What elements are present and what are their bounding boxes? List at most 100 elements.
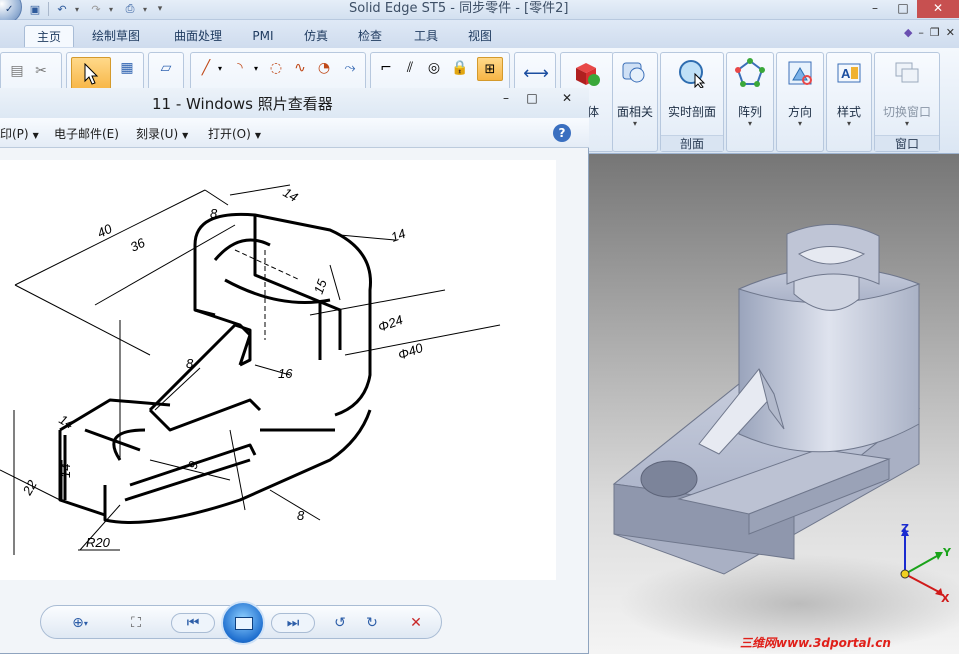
ribbon-restore-icon[interactable]: ❐ [930, 26, 940, 39]
face-dropdown-icon[interactable]: ▾ [613, 119, 657, 128]
ribbon-group-orient: 方向 ▾ [776, 52, 824, 152]
switch-window-icon[interactable] [890, 57, 924, 89]
curve-icon[interactable]: ∿ [291, 59, 309, 77]
group-label-pattern[interactable]: 阵列 [727, 103, 773, 120]
photo-viewer-window: 11 - Windows 照片查看器 – □ ✕ 印(P) ▼ 电子邮件(E) 刻… [0, 88, 589, 654]
viewer-menu-bar: 印(P) ▼ 电子邮件(E) 刻录(U) ▼ 打开(O) ▼ ? [0, 118, 589, 148]
orient-icon[interactable] [783, 57, 817, 89]
redo-icon[interactable]: ↷ [87, 1, 105, 17]
arc-icon[interactable]: ◝ [231, 59, 249, 77]
circle-icon[interactable]: ◌ [267, 59, 285, 77]
group-caption-window: 窗口 [875, 135, 939, 151]
fill-icon[interactable]: ◔ [315, 59, 333, 77]
style-icon[interactable]: A [832, 57, 866, 89]
select-arrow-icon[interactable] [71, 57, 111, 91]
delete-icon[interactable]: ✕ [405, 613, 427, 633]
face-relate-icon[interactable] [618, 57, 652, 89]
arc-dropdown-icon[interactable]: ▾ [251, 59, 261, 77]
help-icon[interactable]: ? [553, 124, 571, 142]
menu-open-label: 打开(O) [208, 127, 251, 141]
paste-icon[interactable]: ▤ [7, 61, 27, 81]
x-axis-label: X [941, 592, 950, 605]
menu-email[interactable]: 电子邮件(E) [54, 125, 119, 142]
line-dropdown-icon[interactable]: ▾ [215, 59, 225, 77]
image-canvas[interactable]: 40 36 8 14 14 15 Φ24 Φ40 8 16 14 14 22 9… [0, 160, 556, 580]
actual-size-icon[interactable]: ⛶ [125, 613, 147, 633]
app-title-bar: ✓ ▣ ↶ ▾ ↷ ▾ ⎙ ▾ ▾ Solid Edge ST5 - 同步零件 … [0, 0, 959, 24]
group-label-live-section[interactable]: 实时剖面 [661, 103, 723, 120]
redo-dropdown-icon[interactable]: ▾ [109, 5, 117, 14]
menu-burn[interactable]: 刻录(U) ▼ [136, 125, 188, 142]
tab-pmi[interactable]: PMI [248, 25, 278, 47]
tab-inspect[interactable]: 检查 [356, 25, 384, 47]
print-icon[interactable]: ⎙ [121, 1, 139, 17]
customize-qat-icon[interactable]: ▾ [155, 1, 165, 17]
ribbon-group-face: 面相关 ▾ [612, 52, 658, 152]
tab-view[interactable]: 视图 [466, 25, 494, 47]
viewer-maximize-button[interactable]: □ [519, 88, 545, 108]
quick-access-toolbar: ▣ ↶ ▾ ↷ ▾ ⎙ ▾ ▾ [26, 0, 165, 18]
group-label-face[interactable]: 面相关 [613, 103, 657, 120]
previous-icon[interactable]: ⏮ [171, 613, 215, 633]
tab-tools[interactable]: 工具 [412, 25, 440, 47]
maximize-button[interactable]: □ [889, 0, 917, 18]
undo-icon[interactable]: ↶ [53, 1, 71, 17]
rotate-ccw-icon[interactable]: ↺ [329, 613, 351, 633]
menu-burn-caret-icon: ▼ [182, 131, 189, 140]
zoom-icon[interactable]: ⊕ ▾ [65, 613, 95, 633]
svg-text:A: A [841, 66, 851, 81]
group-caption-section: 剖面 [661, 135, 723, 151]
concentric-icon[interactable]: ◎ [425, 59, 443, 77]
pattern-dropdown-icon[interactable]: ▾ [727, 119, 773, 128]
save-icon[interactable]: ▣ [26, 1, 44, 17]
relate-assistant-icon[interactable]: ⊞ [477, 57, 503, 81]
ribbon-controls: ◆ – ❐ ✕ [904, 26, 955, 39]
help-diamond-icon[interactable]: ◆ [904, 26, 912, 39]
line-icon[interactable]: ╱ [197, 59, 215, 77]
cut-icon[interactable]: ✂ [31, 61, 51, 81]
print-dropdown-icon[interactable]: ▾ [143, 5, 151, 14]
style-dropdown-icon[interactable]: ▾ [827, 119, 871, 128]
orb-icon: ✓ [5, 4, 14, 15]
plane-icon[interactable]: ▱ [155, 59, 177, 77]
viewer-close-button[interactable]: ✕ [545, 88, 589, 108]
rotate-cw-icon[interactable]: ↻ [361, 613, 383, 633]
tab-home[interactable]: 主页 [24, 25, 74, 47]
group-label-orient[interactable]: 方向 [777, 103, 823, 120]
lock-icon[interactable]: 🔒 [451, 59, 469, 77]
tab-simulation[interactable]: 仿真 [302, 25, 330, 47]
undo-dropdown-icon[interactable]: ▾ [75, 5, 83, 14]
menu-print-caret-icon: ▼ [32, 131, 39, 140]
extend-icon[interactable]: ⤳ [341, 59, 359, 77]
slideshow-button[interactable] [221, 601, 265, 645]
group-label-style[interactable]: 样式 [827, 103, 871, 120]
solid-body-icon[interactable] [570, 57, 604, 89]
pattern-icon[interactable] [733, 57, 767, 89]
tab-surfacing[interactable]: 曲面处理 [170, 25, 226, 47]
dim-8-bottom: 8 [297, 508, 305, 523]
dim-phi24: Φ24 [376, 312, 405, 335]
parallel-icon[interactable]: ⫽ [401, 59, 419, 77]
ribbon-minimize-icon[interactable]: – [918, 26, 924, 39]
dim-8-top: 8 [210, 206, 218, 221]
tab-sketch[interactable]: 绘制草图 [88, 25, 144, 47]
dim-22: 22 [19, 477, 40, 499]
switch-window-dropdown-icon[interactable]: ▾ [875, 119, 939, 128]
corner-icon[interactable]: ⌐ [377, 59, 395, 77]
next-icon[interactable]: ⏭ [271, 613, 315, 633]
menu-open[interactable]: 打开(O) ▼ [208, 125, 261, 142]
group-label-switch-window[interactable]: 切换窗口 [875, 103, 939, 120]
slideshow-icon [235, 617, 253, 630]
qat-separator [48, 2, 49, 16]
viewer-minimize-button[interactable]: – [493, 88, 519, 108]
orient-dropdown-icon[interactable]: ▾ [777, 119, 823, 128]
menu-burn-label: 刻录(U) [136, 127, 179, 141]
live-section-icon[interactable] [675, 57, 709, 89]
select-box-icon[interactable]: ▦ [117, 59, 137, 77]
3d-viewport[interactable]: Z Y X [589, 154, 959, 654]
ribbon-close-icon[interactable]: ✕ [946, 26, 955, 39]
close-button[interactable]: ✕ [917, 0, 959, 18]
smart-dimension-icon[interactable]: ⟷ [521, 59, 551, 87]
menu-print[interactable]: 印(P) ▼ [0, 125, 39, 142]
minimize-button[interactable]: – [861, 0, 889, 18]
